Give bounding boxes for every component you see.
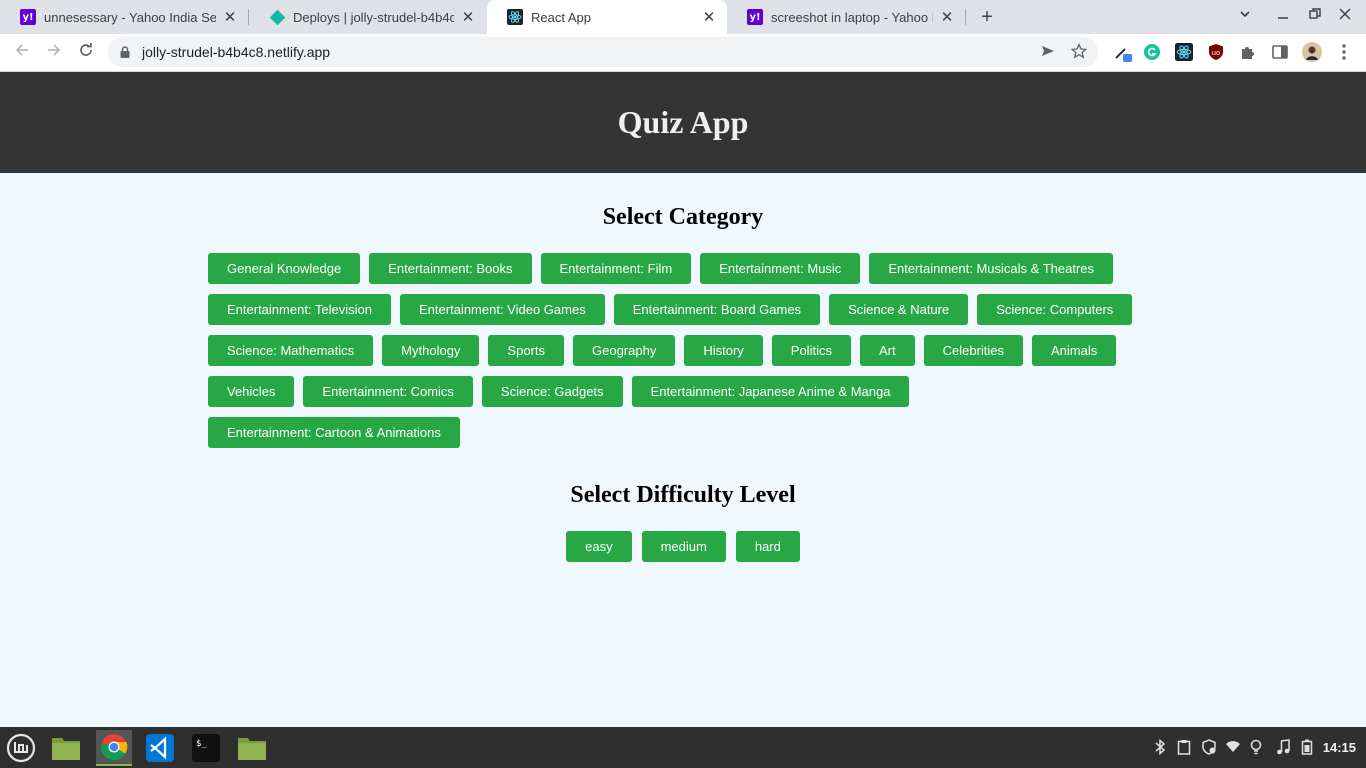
redshift-bulb-icon[interactable] xyxy=(1250,739,1262,758)
yahoo-icon: y! xyxy=(20,9,36,25)
browser-toolbar: jolly-strudel-b4b4c8.netlify.app uo xyxy=(0,34,1366,72)
category-button-film[interactable]: Entertainment: Film xyxy=(540,253,692,284)
category-button-general-knowledge[interactable]: General Knowledge xyxy=(208,253,361,284)
category-row: General Knowledge Entertainment: Books E… xyxy=(208,253,1168,284)
start-menu-icon[interactable] xyxy=(3,730,39,766)
chrome-icon[interactable] xyxy=(96,730,132,766)
battery-icon[interactable] xyxy=(1301,739,1313,758)
category-heading: Select Category xyxy=(602,204,764,230)
difficulty-button-easy[interactable]: easy xyxy=(566,531,632,562)
bookmark-star-icon[interactable] xyxy=(1070,42,1088,63)
browser-menu-icon[interactable] xyxy=(1334,42,1354,62)
category-button-computers[interactable]: Science: Computers xyxy=(977,294,1133,325)
netlify-icon xyxy=(269,9,285,25)
lock-icon[interactable] xyxy=(120,45,130,58)
difficulty-list: easy medium hard xyxy=(0,531,1366,562)
file-manager-icon[interactable] xyxy=(48,730,84,766)
category-row: Entertainment: Television Entertainment:… xyxy=(208,294,1168,325)
react-icon xyxy=(507,9,523,25)
tab-title: unnesessary - Yahoo India Sea xyxy=(44,9,216,25)
tab-title: screeshot in laptop - Yahoo In xyxy=(771,9,933,25)
category-row: Entertainment: Cartoon & Animations xyxy=(208,417,1168,448)
category-button-history[interactable]: History xyxy=(684,335,763,366)
category-button-cartoon-animations[interactable]: Entertainment: Cartoon & Animations xyxy=(208,417,460,448)
clock[interactable]: 14:15 xyxy=(1323,740,1356,755)
yahoo-icon: y! xyxy=(747,9,763,25)
tab-yahoo-unnesessary[interactable]: y! unnesessary - Yahoo India Sea ✕ xyxy=(0,0,248,34)
vscode-icon[interactable] xyxy=(142,730,178,766)
send-tab-icon[interactable] xyxy=(1040,43,1056,63)
terminal-icon[interactable]: $_ xyxy=(188,730,224,766)
category-button-science-nature[interactable]: Science & Nature xyxy=(829,294,969,325)
tab-netlify-deploys[interactable]: Deploys | jolly-strudel-b4b4c8 ✕ xyxy=(249,0,486,34)
close-tab-icon[interactable]: ✕ xyxy=(222,8,238,26)
category-row: Vehicles Entertainment: Comics Science: … xyxy=(208,376,1168,407)
tab-yahoo-screeshot[interactable]: y! screeshot in laptop - Yahoo In ✕ xyxy=(727,0,965,34)
address-bar[interactable]: jolly-strudel-b4b4c8.netlify.app xyxy=(108,37,1098,67)
grammarly-icon[interactable] xyxy=(1142,42,1162,62)
category-button-comics[interactable]: Entertainment: Comics xyxy=(303,376,473,407)
category-button-animals[interactable]: Animals xyxy=(1032,335,1117,366)
category-button-music[interactable]: Entertainment: Music xyxy=(700,253,861,284)
react-devtools-icon[interactable] xyxy=(1174,42,1194,62)
app-header: Quiz App xyxy=(0,72,1366,173)
svg-text:uo: uo xyxy=(1212,49,1221,57)
category-button-television[interactable]: Entertainment: Television xyxy=(208,294,392,325)
category-button-politics[interactable]: Politics xyxy=(771,335,851,366)
category-button-mathematics[interactable]: Science: Mathematics xyxy=(208,335,374,366)
back-icon[interactable] xyxy=(10,41,34,65)
category-list: General Knowledge Entertainment: Books E… xyxy=(208,253,1168,458)
reload-icon[interactable] xyxy=(74,41,98,65)
tab-strip: y! unnesessary - Yahoo India Sea ✕ Deplo… xyxy=(0,0,1366,34)
close-window-icon[interactable] xyxy=(1338,7,1352,24)
extensions-puzzle-icon[interactable] xyxy=(1238,42,1258,62)
category-button-celebrities[interactable]: Celebrities xyxy=(923,335,1024,366)
close-tab-icon[interactable]: ✕ xyxy=(701,8,717,26)
close-tab-icon[interactable]: ✕ xyxy=(939,8,955,26)
forward-icon[interactable] xyxy=(42,41,66,65)
category-button-geography[interactable]: Geography xyxy=(573,335,676,366)
side-panel-icon[interactable] xyxy=(1270,42,1290,62)
bluetooth-icon[interactable] xyxy=(1154,738,1166,758)
folder-icon[interactable] xyxy=(234,730,270,766)
close-tab-icon[interactable]: ✕ xyxy=(460,8,476,26)
category-button-anime-manga[interactable]: Entertainment: Japanese Anime & Manga xyxy=(631,376,910,407)
difficulty-button-medium[interactable]: medium xyxy=(641,531,726,562)
category-button-mythology[interactable]: Mythology xyxy=(382,335,480,366)
wifi-icon[interactable] xyxy=(1225,739,1241,756)
category-button-board-games[interactable]: Entertainment: Board Games xyxy=(613,294,821,325)
tab-search-icon[interactable] xyxy=(1238,7,1252,24)
category-button-sports[interactable]: Sports xyxy=(488,335,564,366)
difficulty-button-hard[interactable]: hard xyxy=(735,531,800,562)
color-picker-extension-icon[interactable] xyxy=(1113,42,1133,62)
minimize-icon[interactable] xyxy=(1276,7,1290,24)
restore-icon[interactable] xyxy=(1308,7,1322,24)
update-shield-icon[interactable] xyxy=(1201,739,1217,758)
sound-icon[interactable] xyxy=(1276,739,1290,758)
tab-react-app[interactable]: React App ✕ xyxy=(487,0,727,34)
category-button-art[interactable]: Art xyxy=(859,335,915,366)
profile-avatar[interactable] xyxy=(1302,42,1322,62)
tab-divider xyxy=(965,9,966,25)
difficulty-heading: Select Difficulty Level xyxy=(570,482,796,508)
ublock-origin-icon[interactable]: uo xyxy=(1206,42,1226,62)
new-tab-button[interactable]: + xyxy=(976,6,998,28)
tab-title: React App xyxy=(531,9,591,25)
clipboard-icon[interactable] xyxy=(1177,739,1191,758)
url-text[interactable]: jolly-strudel-b4b4c8.netlify.app xyxy=(142,44,330,60)
category-button-books[interactable]: Entertainment: Books xyxy=(369,253,532,284)
taskbar: $_ 14:15 xyxy=(0,727,1366,768)
category-button-vehicles[interactable]: Vehicles xyxy=(208,376,295,407)
svg-text:$_: $_ xyxy=(196,739,207,749)
category-button-gadgets[interactable]: Science: Gadgets xyxy=(481,376,623,407)
tab-title: Deploys | jolly-strudel-b4b4c8 xyxy=(293,9,454,25)
app-title: Quiz App xyxy=(617,104,749,140)
category-button-video-games[interactable]: Entertainment: Video Games xyxy=(400,294,605,325)
category-button-musicals-theatres[interactable]: Entertainment: Musicals & Theatres xyxy=(869,253,1113,284)
category-row: Science: Mathematics Mythology Sports Ge… xyxy=(208,335,1168,366)
